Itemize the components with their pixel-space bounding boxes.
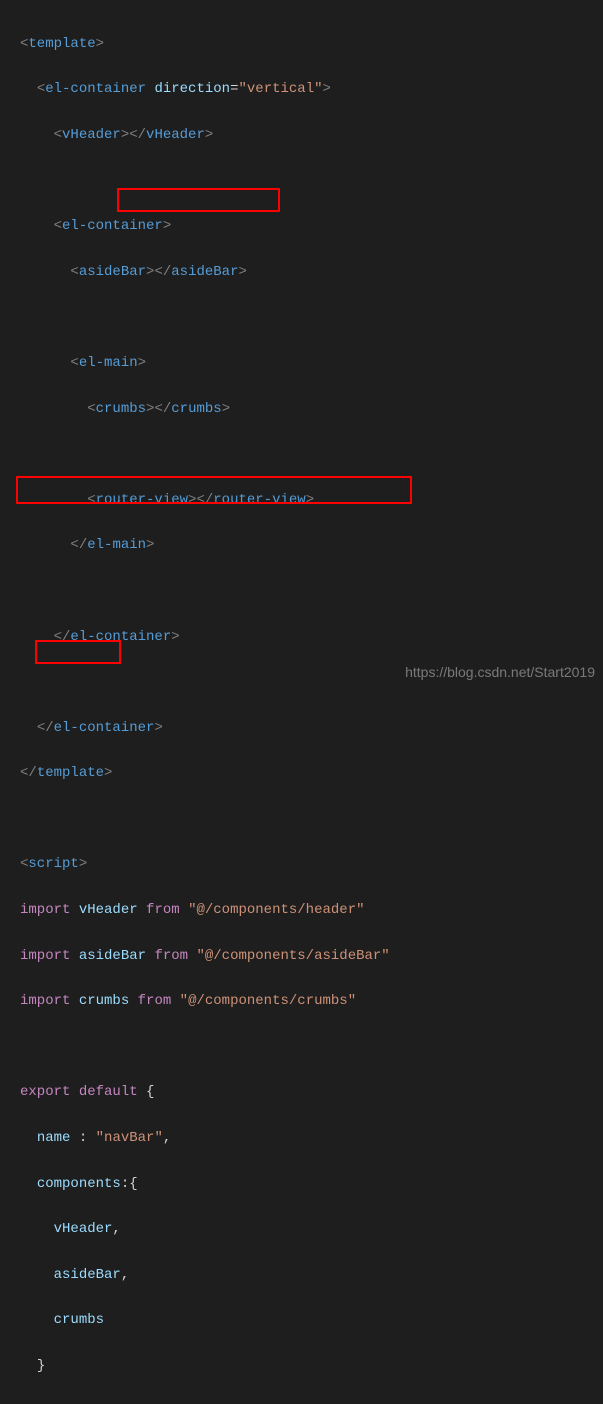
code-editor[interactable]: <template> <el-container direction="vert… xyxy=(0,0,603,1404)
code-line: <template> xyxy=(20,33,603,56)
code-line: </template> xyxy=(20,762,603,785)
code-line: asideBar, xyxy=(20,1264,603,1287)
code-line: <router-view></router-view> xyxy=(20,489,603,512)
code-line xyxy=(20,1036,603,1059)
watermark-text: https://blog.csdn.net/Start2019 xyxy=(405,661,595,684)
code-line xyxy=(20,443,603,466)
code-line: import asideBar from "@/components/aside… xyxy=(20,945,603,968)
code-line: } xyxy=(20,1401,603,1404)
code-line: <el-container> xyxy=(20,215,603,238)
code-line: name : "navBar", xyxy=(20,1127,603,1150)
code-line xyxy=(20,808,603,831)
code-line: import vHeader from "@/components/header… xyxy=(20,899,603,922)
code-line: <asideBar></asideBar> xyxy=(20,261,603,284)
code-line xyxy=(20,306,603,329)
code-line: vHeader, xyxy=(20,1218,603,1241)
code-line: </el-main> xyxy=(20,534,603,557)
code-line: <crumbs></crumbs> xyxy=(20,398,603,421)
code-line: <el-container direction="vertical"> xyxy=(20,78,603,101)
code-line: crumbs xyxy=(20,1309,603,1332)
code-line xyxy=(20,170,603,193)
code-line: </el-container> xyxy=(20,626,603,649)
code-line: } xyxy=(20,1355,603,1378)
code-line: <vHeader></vHeader> xyxy=(20,124,603,147)
code-line: <el-main> xyxy=(20,352,603,375)
code-line: export default { xyxy=(20,1081,603,1104)
code-line xyxy=(20,580,603,603)
code-line: import crumbs from "@/components/crumbs" xyxy=(20,990,603,1013)
code-line: components:{ xyxy=(20,1173,603,1196)
code-line: </el-container> xyxy=(20,717,603,740)
code-line: <script> xyxy=(20,853,603,876)
